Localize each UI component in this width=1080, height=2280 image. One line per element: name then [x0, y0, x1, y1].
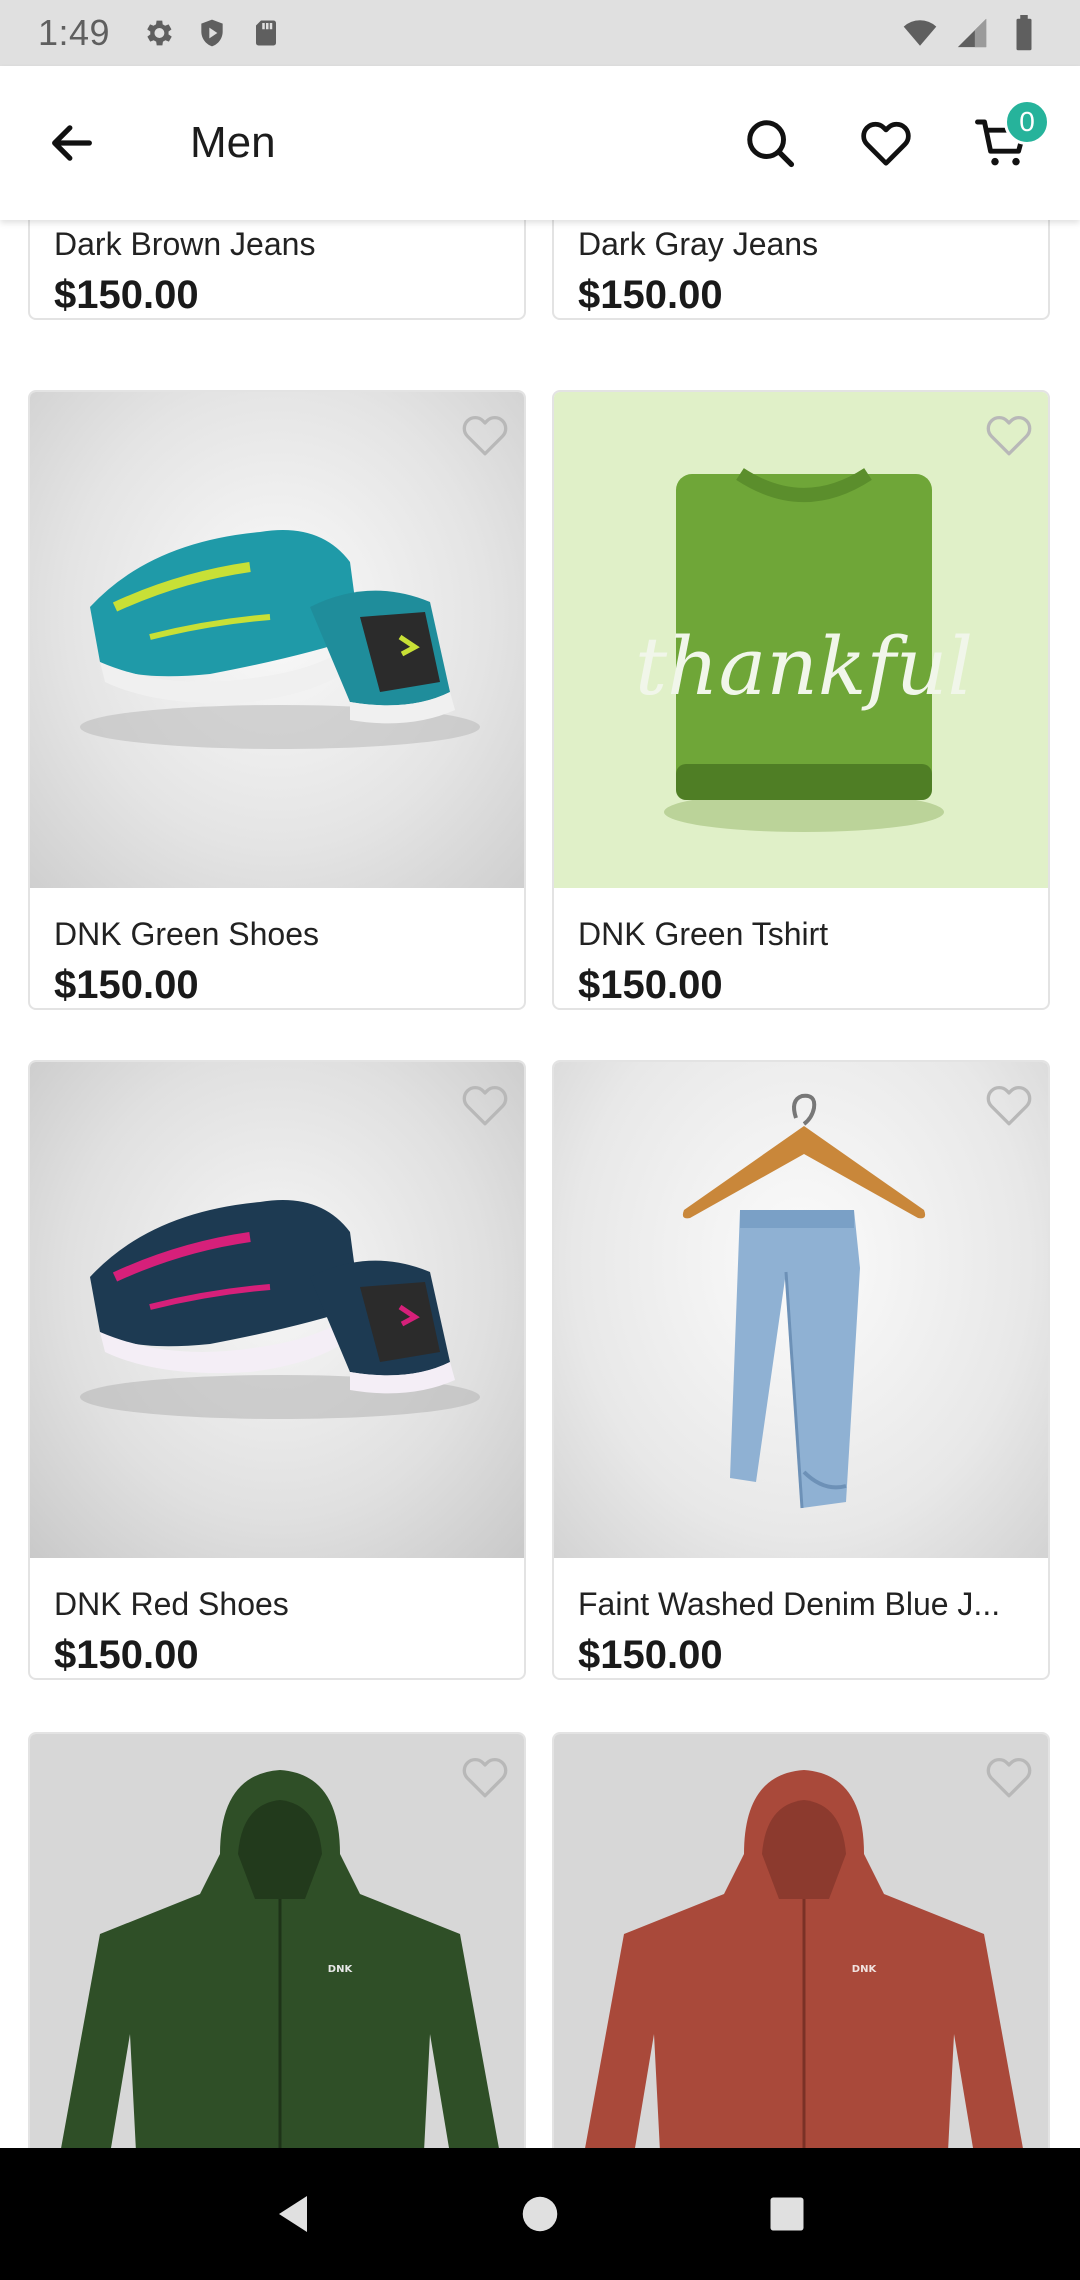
- status-time: 1:49: [38, 12, 111, 53]
- hoodie-illustration: DNK: [585, 1770, 1023, 2148]
- product-card[interactable]: Faint Washed Denim Blue J... $150.00: [552, 1060, 1050, 1680]
- status-bar: 1:49: [0, 0, 1080, 66]
- product-name: DNK Red Shoes: [54, 1586, 289, 1622]
- gear-icon: [140, 15, 176, 51]
- favorite-button[interactable]: [980, 1076, 1038, 1134]
- cart-count-badge: 0: [1004, 99, 1050, 145]
- product-card[interactable]: DNK: [28, 1732, 526, 2148]
- product-name: DNK Green Tshirt: [578, 916, 829, 952]
- system-nav-bar: [0, 2148, 1080, 2280]
- search-button[interactable]: [732, 105, 808, 181]
- sd-card-icon: [248, 15, 284, 51]
- page-title: Men: [190, 118, 276, 167]
- product-card[interactable]: DNK: [552, 1732, 1050, 2148]
- hanger-jeans-illustration: [682, 1093, 926, 1509]
- favorite-button[interactable]: [456, 1076, 514, 1134]
- product-name: Dark Gray Jeans: [578, 226, 819, 262]
- favorite-button[interactable]: [456, 1748, 514, 1806]
- heart-outline-icon: [462, 1085, 508, 1126]
- wishlist-button[interactable]: [848, 105, 924, 181]
- product-card[interactable]: Dark Gray Jeans $150.00: [552, 220, 1050, 320]
- back-button[interactable]: [32, 103, 112, 183]
- search-icon: [747, 120, 795, 168]
- product-price: $150.00: [578, 963, 723, 1007]
- product-name: Faint Washed Denim Blue J...: [578, 1586, 1001, 1622]
- product-name: Dark Brown Jeans: [54, 226, 316, 262]
- tshirt-illustration: thankful: [635, 468, 973, 832]
- product-price: $150.00: [54, 273, 199, 317]
- cart-button[interactable]: 0: [964, 99, 1050, 181]
- favorite-button[interactable]: [980, 406, 1038, 464]
- product-price: $150.00: [578, 1633, 723, 1677]
- product-card[interactable]: thankful DNK Green Tshirt $150.00: [552, 390, 1050, 1010]
- tshirt-print-text: thankful: [635, 620, 973, 713]
- recents-square-icon: [770, 2197, 804, 2231]
- green-tshirt-image: thankful: [554, 392, 1048, 888]
- app-bar: Men 0: [0, 66, 1080, 220]
- back-triangle-icon: [279, 2196, 308, 2232]
- favorite-button[interactable]: [456, 406, 514, 464]
- green-shoes-image: [30, 392, 524, 888]
- hoodie-illustration: DNK: [61, 1770, 499, 2148]
- signal-icon: [954, 15, 990, 51]
- product-card[interactable]: Dark Brown Jeans $150.00: [28, 220, 526, 320]
- nav-home-button[interactable]: [500, 2174, 580, 2254]
- home-circle-icon: [522, 2196, 558, 2232]
- shoe-illustration: [80, 530, 480, 749]
- battery-icon: [1006, 15, 1042, 51]
- heart-outline-icon: [986, 1085, 1032, 1126]
- product-card[interactable]: DNK Green Shoes $150.00: [28, 390, 526, 1010]
- product-grid: Dark Brown Jeans $150.00 Dark Gray Jeans…: [0, 220, 1080, 2148]
- product-price: $150.00: [54, 1633, 199, 1677]
- favorite-button[interactable]: [980, 1748, 1038, 1806]
- nav-back-button[interactable]: [253, 2174, 333, 2254]
- heart-outline-icon: [462, 1757, 508, 1798]
- nav-recents-button[interactable]: [747, 2174, 827, 2254]
- product-price: $150.00: [54, 963, 199, 1007]
- hoodie-logo-text: DNK: [328, 1964, 354, 1975]
- heart-outline-icon: [986, 415, 1032, 456]
- heart-outline-icon: [462, 415, 508, 456]
- hoodie-logo-text: DNK: [852, 1964, 878, 1975]
- denim-on-hanger-image: [554, 1062, 1048, 1558]
- shoe-illustration: [80, 1200, 480, 1419]
- red-hoodie-image: DNK: [554, 1734, 1048, 2148]
- product-price: $150.00: [578, 273, 723, 317]
- wifi-icon: [902, 15, 938, 51]
- product-card[interactable]: DNK Red Shoes $150.00: [28, 1060, 526, 1680]
- heart-icon: [861, 121, 911, 166]
- arrow-left-icon: [52, 125, 92, 161]
- product-name: DNK Green Shoes: [54, 916, 320, 952]
- red-shoes-image: [30, 1062, 524, 1558]
- shield-play-icon: [194, 15, 230, 51]
- green-hoodie-image: DNK: [30, 1734, 524, 2148]
- heart-outline-icon: [986, 1757, 1032, 1798]
